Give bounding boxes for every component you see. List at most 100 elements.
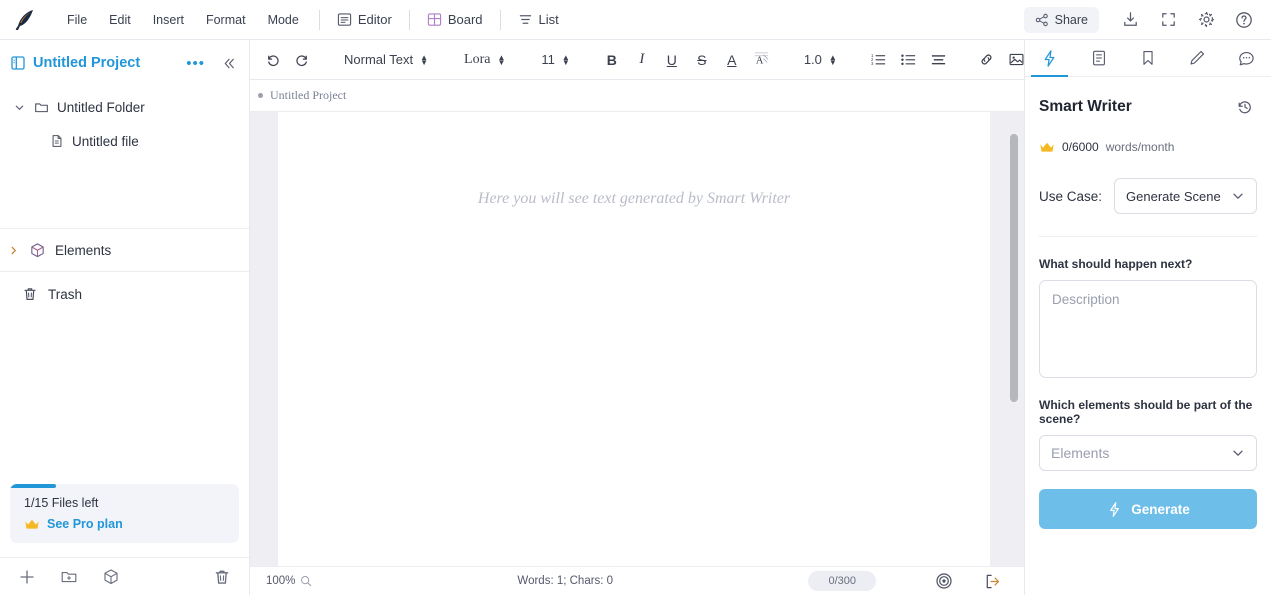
panel-title: Smart Writer bbox=[1039, 98, 1132, 115]
tab-bookmark[interactable] bbox=[1123, 40, 1172, 76]
menu-item-file[interactable]: File bbox=[56, 8, 98, 32]
main-body: Untitled Project ••• Untitled Folder Unt… bbox=[0, 40, 1271, 595]
redo-icon[interactable] bbox=[288, 46, 316, 74]
document-area: Untitled Project Here you will see text … bbox=[250, 80, 1024, 595]
words-quota-value: 0/6000 bbox=[1062, 140, 1099, 154]
image-icon[interactable] bbox=[1003, 46, 1024, 74]
highlight-icon[interactable]: A bbox=[748, 46, 776, 74]
mode-tab-board[interactable]: Board bbox=[419, 8, 491, 31]
bold-button[interactable]: B bbox=[598, 46, 626, 74]
chevron-right-icon[interactable] bbox=[8, 245, 20, 256]
status-bar-actions bbox=[932, 569, 1004, 593]
align-icon[interactable] bbox=[925, 46, 953, 74]
tab-pen[interactable] bbox=[1173, 40, 1222, 76]
line-spacing-select[interactable]: 1.0 ▲ ▼ bbox=[796, 46, 845, 74]
download-icon[interactable] bbox=[1113, 5, 1147, 35]
italic-button[interactable]: I bbox=[628, 46, 656, 74]
more-dots-icon[interactable]: ••• bbox=[180, 55, 211, 72]
board-grid-icon bbox=[427, 12, 442, 27]
mode-tab-editor-label: Editor bbox=[357, 12, 392, 27]
target-icon[interactable] bbox=[932, 569, 956, 593]
document-icon bbox=[1090, 49, 1108, 67]
mode-tab-board-label: Board bbox=[447, 12, 483, 27]
zoom-control[interactable]: 100% bbox=[266, 575, 312, 587]
paragraph-style-value: Normal Text bbox=[344, 52, 414, 67]
strikethrough-button[interactable]: S bbox=[688, 46, 716, 74]
tree-item-untitled-folder[interactable]: Untitled Folder bbox=[0, 90, 249, 124]
quill-feather-logo[interactable] bbox=[8, 5, 42, 35]
stepper-arrows-icon: ▲ ▼ bbox=[828, 52, 837, 67]
breadcrumb-item-project[interactable]: Untitled Project bbox=[258, 88, 346, 103]
share-button-label: Share bbox=[1054, 12, 1088, 27]
magnifier-icon[interactable] bbox=[300, 575, 312, 587]
document-canvas[interactable]: Here you will see text generated by Smar… bbox=[250, 112, 1024, 566]
sidebar-header: Untitled Project ••• bbox=[0, 40, 249, 86]
use-case-select[interactable]: Generate Scene bbox=[1114, 178, 1257, 214]
underline-button[interactable]: U bbox=[658, 46, 686, 74]
tab-document[interactable] bbox=[1074, 40, 1123, 76]
new-folder-icon[interactable] bbox=[56, 564, 82, 590]
font-size-select[interactable]: 11 ▲ ▼ bbox=[533, 46, 577, 74]
mode-tab-list[interactable]: List bbox=[510, 8, 567, 31]
gear-icon[interactable] bbox=[1189, 5, 1223, 35]
status-bar: 100% Words: 1; Chars: 0 0/300 bbox=[250, 566, 1024, 595]
tab-smart-writer[interactable] bbox=[1025, 40, 1074, 77]
top-bar-actions: Share bbox=[1023, 5, 1261, 35]
cube-icon[interactable] bbox=[98, 564, 124, 590]
elements-select-value: Elements bbox=[1051, 445, 1110, 461]
panel-title-row: Smart Writer bbox=[1039, 95, 1257, 119]
undo-icon[interactable] bbox=[258, 46, 286, 74]
project-title[interactable]: Untitled Project bbox=[33, 55, 140, 71]
bold-label: B bbox=[606, 51, 617, 68]
tree-empty-space bbox=[0, 158, 249, 220]
plus-icon[interactable] bbox=[14, 564, 40, 590]
question-1-label: What should happen next? bbox=[1039, 257, 1193, 271]
chevrons-left-icon[interactable] bbox=[218, 56, 241, 71]
mode-tab-editor[interactable]: Editor bbox=[329, 8, 400, 31]
font-size-value: 11 bbox=[541, 52, 555, 67]
bullet-list-icon[interactable] bbox=[895, 46, 923, 74]
tree-item-untitled-file[interactable]: Untitled file bbox=[0, 124, 249, 158]
paragraph-style-select[interactable]: Normal Text ▲ ▼ bbox=[336, 46, 436, 74]
menu-item-format[interactable]: Format bbox=[195, 8, 257, 32]
scrollbar-thumb[interactable] bbox=[1010, 134, 1018, 402]
formatting-toolbar: Normal Text ▲▼ Lora ▲▼ 11 ▲▼ B I U S bbox=[250, 40, 1024, 80]
description-input[interactable]: Description bbox=[1039, 280, 1257, 378]
exit-arrow-icon[interactable] bbox=[980, 569, 1004, 593]
see-pro-plan-link[interactable]: See Pro plan bbox=[24, 517, 227, 531]
text-color-button[interactable]: A bbox=[718, 46, 746, 74]
words-quota-unit: words/month bbox=[1105, 140, 1175, 154]
history-icon[interactable] bbox=[1233, 95, 1257, 119]
generate-button-label: Generate bbox=[1131, 501, 1190, 517]
elements-select[interactable]: Elements bbox=[1039, 435, 1257, 471]
editor-column: Normal Text ▲▼ Lora ▲▼ 11 ▲▼ B I U S bbox=[250, 40, 1024, 595]
top-menu-bar: File Edit Insert Format Mode Editor Boar… bbox=[0, 0, 1271, 40]
document-page[interactable]: Here you will see text generated by Smar… bbox=[278, 112, 990, 566]
menu-item-edit[interactable]: Edit bbox=[98, 8, 142, 32]
font-family-select[interactable]: Lora ▲ ▼ bbox=[456, 46, 513, 74]
see-pro-plan-label: See Pro plan bbox=[47, 517, 123, 531]
word-count: Words: 1; Chars: 0 bbox=[517, 575, 614, 587]
text-color-label: A bbox=[727, 51, 737, 68]
chevron-down-icon[interactable] bbox=[14, 102, 26, 113]
menu-item-insert[interactable]: Insert bbox=[142, 8, 195, 32]
share-button[interactable]: Share bbox=[1023, 6, 1099, 33]
generate-button[interactable]: Generate bbox=[1039, 489, 1257, 529]
line-spacing-value: 1.0 bbox=[803, 52, 822, 67]
question-2-label: Which elements should be part of the sce… bbox=[1039, 398, 1253, 426]
lightning-icon bbox=[1040, 49, 1059, 68]
sidebar-item-elements[interactable]: Elements bbox=[0, 228, 249, 272]
trash-icon[interactable] bbox=[209, 564, 235, 590]
menu-item-mode[interactable]: Mode bbox=[257, 8, 310, 32]
help-circle-icon[interactable] bbox=[1227, 5, 1261, 35]
comment-icon bbox=[1237, 49, 1256, 68]
link-icon[interactable] bbox=[973, 46, 1001, 74]
mode-tab-list-label: List bbox=[538, 12, 559, 27]
numbered-list-icon[interactable]: 123 bbox=[865, 46, 893, 74]
file-tree: Untitled Folder Untitled file bbox=[0, 86, 249, 158]
words-quota-row: 0/6000 words/month bbox=[1039, 140, 1257, 154]
fullscreen-icon[interactable] bbox=[1151, 5, 1185, 35]
vertical-scrollbar[interactable] bbox=[1010, 112, 1018, 566]
sidebar-item-trash[interactable]: Trash bbox=[0, 272, 249, 316]
tab-comment[interactable] bbox=[1222, 40, 1271, 76]
